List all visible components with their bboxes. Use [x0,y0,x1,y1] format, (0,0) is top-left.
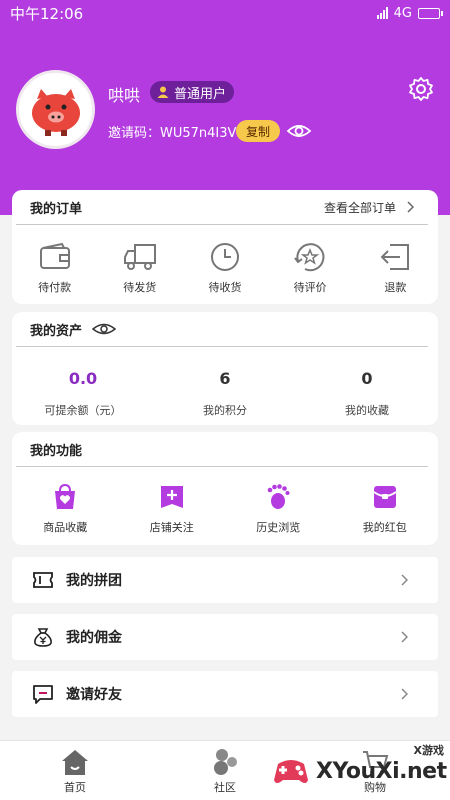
asset-value: 6 [219,369,231,388]
view-all-orders-label: 查看全部订单 [323,200,396,215]
order-refund[interactable]: 退款 [355,241,435,295]
user-level-badge: 普通用户 [150,81,235,103]
functions-header: 我的功能 [16,432,428,467]
avatar[interactable] [16,70,95,149]
func-shop-follow[interactable]: 店铺关注 [127,483,217,535]
chevron-right-icon [401,688,408,700]
asset-value: 0 [361,369,373,388]
order-item-label: 待收货 [208,281,242,294]
func-label: 历史浏览 [256,521,301,534]
list-item-label: 我的佣金 [66,630,122,646]
order-pending-payment[interactable]: 待付款 [15,241,95,295]
list-item-label: 我的拼团 [66,573,122,589]
assets-title: 我的资产 [30,323,83,339]
chat-invite-icon [33,685,53,704]
shop-plus-icon [160,486,183,508]
wallet-icon [39,242,70,269]
watermark-small-text: X游戏 [413,744,444,757]
copy-button[interactable]: 复制 [236,120,281,142]
assets-card: 我的资产 0.0 可提余额（元） 6 我的积分 0 我的收藏 [12,312,438,425]
user-icon [157,86,169,98]
func-red-envelope[interactable]: 我的红包 [340,483,430,535]
tab-community[interactable]: 社区 [175,747,275,795]
view-all-orders-link[interactable]: 查看全部订单 [324,199,414,216]
order-item-label: 待发货 [123,281,157,294]
order-item-label: 待评价 [293,281,327,294]
watermark-text: XYouXi.net [316,758,447,784]
ticket-icon [33,572,53,588]
list-item-commission[interactable]: 我的佣金 [12,614,438,660]
user-level-label: 普通用户 [174,86,227,102]
order-item-label: 待付款 [38,281,72,294]
status-bar: 中午12:06 4G [0,0,450,26]
chevron-right-icon [407,201,414,213]
orders-card: 我的订单 查看全部订单 待付款 待发货 待收货 待评价 退款 [12,190,438,304]
status-time: 中午12:06 [10,4,84,23]
order-pending-shipment[interactable]: 待发货 [100,241,180,295]
assets-header: 我的资产 [16,312,428,347]
truck-icon [123,244,156,270]
eye-icon[interactable] [286,120,312,142]
tab-label: 社区 [214,780,236,794]
tab-home[interactable]: 首页 [25,747,125,795]
profile-section: 哄哄 普通用户 邀请码：WU57n4I3V 复制 [0,70,450,180]
order-pending-receipt[interactable]: 待收货 [185,241,265,295]
list-item-group-buy[interactable]: 我的拼团 [12,557,438,603]
asset-favorites[interactable]: 0 我的收藏 [307,369,427,418]
order-pending-review[interactable]: 待评价 [270,241,350,295]
invite-code: 邀请码：WU57n4I3V [108,126,237,141]
gear-icon[interactable] [408,76,434,102]
battery-icon [418,7,443,19]
community-icon [214,748,237,775]
list-item-invite-friends[interactable]: 邀请好友 [12,671,438,717]
functions-card: 我的功能 商品收藏 店铺关注 历史浏览 我的红包 [12,432,438,545]
clock-icon [210,243,239,271]
chevron-right-icon [401,631,408,643]
username: 哄哄 [108,86,141,105]
signal-icon [376,7,388,19]
eye-icon[interactable] [92,321,117,337]
asset-label: 可提余额（元） [44,404,122,417]
orders-header: 我的订单 查看全部订单 [16,190,428,225]
status-indicators: 4G [376,5,443,21]
func-history[interactable]: 历史浏览 [233,483,323,535]
gamepad-logo-icon [274,760,308,783]
func-product-favorites[interactable]: 商品收藏 [20,483,110,535]
asset-label: 我的积分 [203,404,247,417]
list-item-label: 邀请好友 [66,687,122,703]
home-icon [62,749,88,775]
tab-label: 首页 [64,780,86,794]
orders-title: 我的订单 [30,201,83,217]
func-label: 店铺关注 [149,521,194,534]
func-label: 商品收藏 [43,521,88,534]
chevron-right-icon [401,574,408,586]
func-label: 我的红包 [362,521,407,534]
functions-title: 我的功能 [30,443,83,459]
asset-balance[interactable]: 0.0 可提余额（元） [23,369,143,418]
footprint-icon [267,484,290,509]
order-item-label: 退款 [384,281,407,294]
asset-value: 0.0 [68,369,98,388]
return-icon [380,244,410,270]
pig-avatar-icon [20,74,91,145]
red-envelope-icon [373,486,397,508]
asset-points[interactable]: 6 我的积分 [165,369,285,418]
asset-label: 我的收藏 [345,404,389,417]
star-review-icon [294,243,325,272]
network-type: 4G [393,5,412,21]
heart-bag-icon [55,483,76,509]
money-bag-icon [34,628,52,647]
watermark: XYouXi.net X游戏 [272,742,450,800]
